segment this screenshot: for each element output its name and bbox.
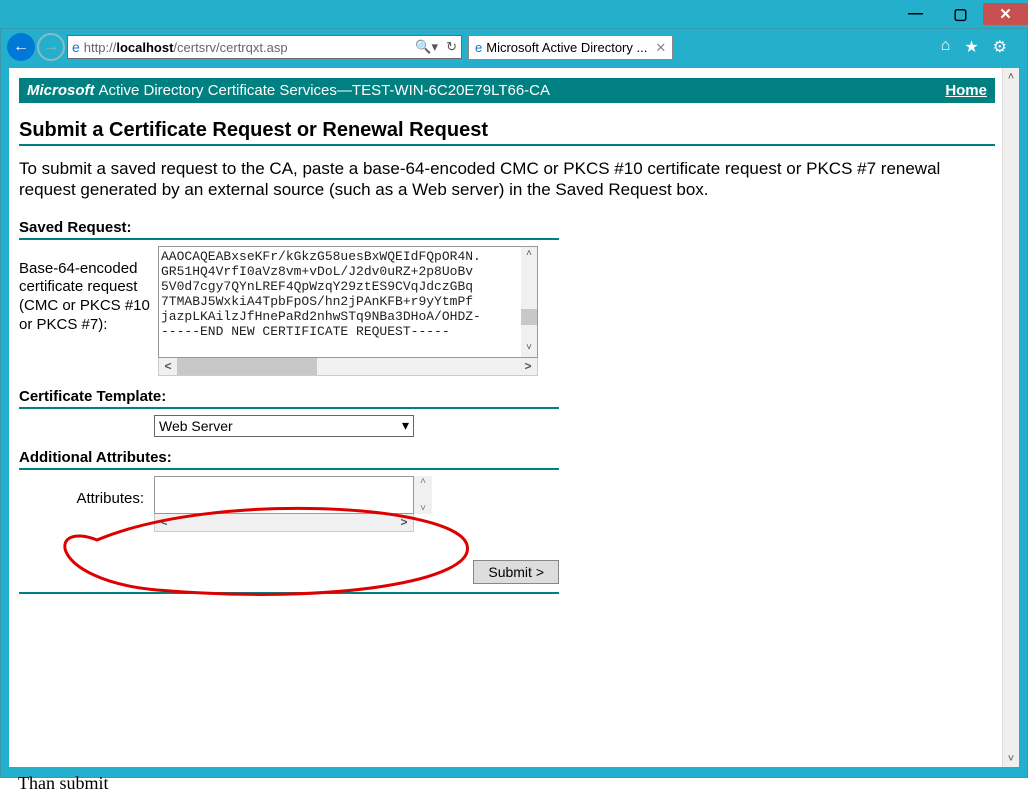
browser-chrome: ← → e http://localhost/certsrv/certrqxt.… xyxy=(0,28,1028,778)
scroll-left-icon[interactable]: < xyxy=(155,515,173,529)
ie-icon: e xyxy=(72,39,80,55)
page-tools: ⌂ ★ ⚙ xyxy=(941,37,1021,57)
scroll-left-icon[interactable]: < xyxy=(159,359,177,373)
cert-template-select[interactable]: Web Server ▾ xyxy=(154,415,414,437)
ca-name: TEST-WIN-6C20E79LT66-CA xyxy=(352,82,550,99)
scroll-right-icon[interactable]: > xyxy=(519,359,537,373)
url-text: http://localhost/certsrv/certrqxt.asp xyxy=(84,40,288,55)
scroll-down-icon[interactable]: ˅ xyxy=(521,341,537,357)
refresh-icon[interactable]: ↻ xyxy=(446,39,457,55)
page-scrollbar[interactable]: ˄ ˅ xyxy=(1002,68,1019,767)
submit-button[interactable]: Submit > xyxy=(473,560,559,584)
scroll-up-icon[interactable]: ˄ xyxy=(1003,68,1019,85)
attr-scroll-x[interactable]: < > xyxy=(154,514,414,532)
microsoft-label: Microsoft xyxy=(27,82,95,99)
scroll-up-icon[interactable]: ˄ xyxy=(521,247,537,263)
attributes-textarea[interactable] xyxy=(154,476,414,514)
additional-attrs-heading: Additional Attributes: xyxy=(19,449,995,466)
section-separator xyxy=(19,468,559,470)
home-icon[interactable]: ⌂ xyxy=(941,37,951,57)
address-bar[interactable]: e http://localhost/certsrv/certrqxt.asp … xyxy=(67,35,462,59)
browser-toolbar: ← → e http://localhost/certsrv/certrqxt.… xyxy=(1,29,1027,67)
cert-template-value: Web Server xyxy=(159,418,233,434)
saved-request-heading: Saved Request: xyxy=(19,219,995,236)
forward-button[interactable]: → xyxy=(37,33,65,61)
section-separator xyxy=(19,238,559,240)
scroll-thumb-x[interactable] xyxy=(177,358,317,375)
settings-icon[interactable]: ⚙ xyxy=(993,37,1007,57)
saved-request-label: Base-64-encoded certificate request (CMC… xyxy=(19,246,154,335)
scroll-down-icon[interactable]: ˅ xyxy=(1003,750,1019,767)
scroll-up-icon[interactable]: ˄ xyxy=(420,476,426,487)
search-icon[interactable]: 🔍▾ xyxy=(415,39,438,55)
adcs-banner: Microsoft Active Directory Certificate S… xyxy=(19,78,995,103)
scroll-thumb[interactable] xyxy=(521,309,537,325)
ie-icon: e xyxy=(475,40,482,55)
chevron-down-icon: ▾ xyxy=(402,417,409,434)
saved-request-content: AAOCAQEABxseKFr/kGkzG58uesBxWQEIdFQpOR4N… xyxy=(161,249,481,339)
saved-request-textarea[interactable]: AAOCAQEABxseKFr/kGkzG58uesBxWQEIdFQpOR4N… xyxy=(158,246,538,358)
scroll-down-icon[interactable]: ˅ xyxy=(420,503,426,514)
title-separator xyxy=(19,144,995,146)
page-viewport: Microsoft Active Directory Certificate S… xyxy=(9,67,1019,767)
attributes-label: Attributes: xyxy=(19,476,144,507)
textarea-scroll-y[interactable]: ˄ ˅ xyxy=(521,247,537,357)
tab-title: Microsoft Active Directory ... xyxy=(486,40,647,55)
close-button[interactable]: ✕ xyxy=(983,3,1028,25)
home-link[interactable]: Home xyxy=(945,82,987,99)
footer-separator xyxy=(19,592,559,594)
favorites-icon[interactable]: ★ xyxy=(964,37,978,57)
minimize-button[interactable]: — xyxy=(893,3,938,25)
scroll-right-icon[interactable]: > xyxy=(395,515,413,529)
window-titlebar: — ▢ ✕ xyxy=(0,0,1028,28)
back-button[interactable]: ← xyxy=(7,33,35,61)
browser-tab[interactable]: e Microsoft Active Directory ... ✕ xyxy=(468,35,673,59)
intro-text: To submit a saved request to the CA, pas… xyxy=(19,158,995,201)
banner-sep: — xyxy=(337,82,352,99)
adcs-label: Active Directory Certificate Services xyxy=(99,82,337,99)
restore-button[interactable]: ▢ xyxy=(938,3,983,25)
cert-template-heading: Certificate Template: xyxy=(19,388,995,405)
footer-fragment: Than submit xyxy=(18,773,109,794)
page-title: Submit a Certificate Request or Renewal … xyxy=(19,119,995,142)
textarea-scroll-x[interactable]: < > xyxy=(158,358,538,376)
section-separator xyxy=(19,407,559,409)
attr-scroll-y[interactable]: ˄ ˅ xyxy=(414,476,432,514)
close-tab-icon[interactable]: ✕ xyxy=(655,40,666,56)
